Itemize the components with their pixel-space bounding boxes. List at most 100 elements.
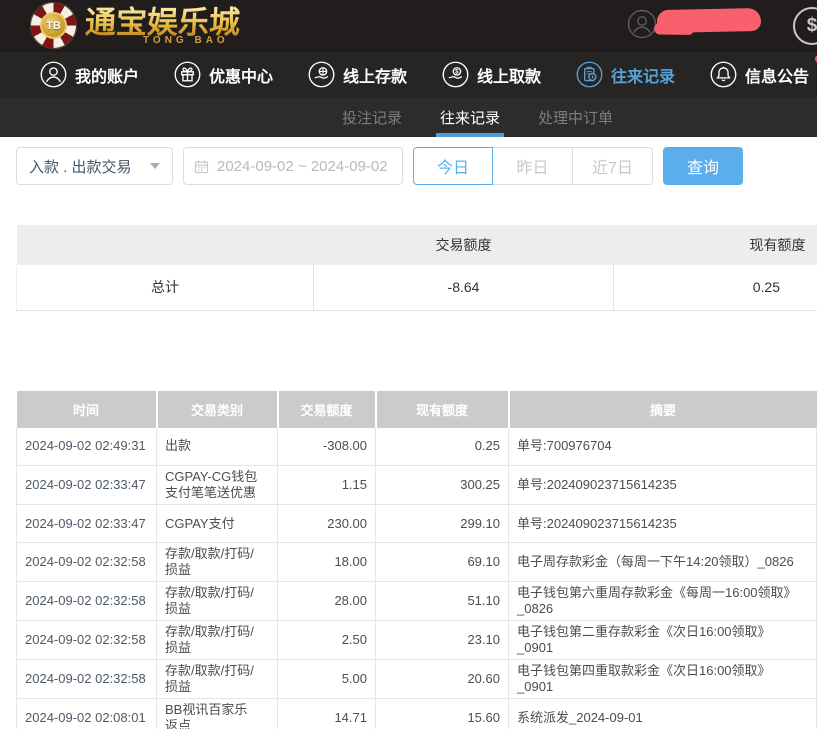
cell-time: 2024-09-02 02:32:58	[17, 582, 157, 621]
transactions-table: 时间 交易类别 交易额度 现有额度 摘要 2024-09-02 02:49:31…	[16, 391, 817, 729]
nav-item-label: 优惠中心	[209, 63, 273, 87]
svg-text:$: $	[455, 69, 459, 76]
nav-item-label: 信息公告	[745, 63, 809, 87]
filter-bar: 入款 . 出款交易 2024-09-02 ~ 2024-09-02 今日 昨日 …	[16, 147, 817, 185]
tab-transaction-records[interactable]: 往来记录	[436, 97, 504, 137]
table-row: 2024-09-02 02:33:47 CGPAY-CG钱包支付笔笔送优惠 1.…	[17, 466, 817, 505]
header-time: 时间	[17, 391, 157, 428]
user-avatar-icon[interactable]	[627, 9, 657, 39]
cell-summary: 单号:202409023715614235	[509, 466, 817, 505]
deposit-icon	[308, 61, 335, 88]
cell-type: BB视讯百家乐返点	[157, 699, 278, 729]
balance-currency-icon[interactable]: $	[793, 7, 817, 45]
cell-time: 2024-09-02 02:33:47	[17, 466, 157, 505]
cell-summary: 电子周存款彩金（每周一下午14:20领取）_0826	[509, 543, 817, 582]
select-value: 入款 . 出款交易	[29, 156, 132, 177]
table-row: 2024-09-02 02:33:47 CGPAY支付 230.00 299.1…	[17, 505, 817, 543]
table-row: 2024-09-02 02:32:58 存款/取款/打码/损益 2.50 23.…	[17, 621, 817, 660]
nav-item-label: 线上取款	[477, 63, 541, 87]
nav-item-promotions[interactable]: 优惠中心	[174, 61, 281, 88]
summary-header-amount: 交易额度	[314, 225, 614, 265]
quick-yesterday-button[interactable]: 昨日	[493, 147, 573, 185]
tab-betting-records[interactable]: 投注记录	[338, 97, 406, 137]
summary-total-amount: -8.64	[314, 265, 614, 310]
cell-amount: 14.71	[278, 699, 376, 729]
header-summary: 摘要	[509, 391, 817, 428]
records-icon	[576, 61, 603, 88]
redacted-username	[657, 8, 761, 33]
nav-item-my-account[interactable]: 我的账户	[40, 61, 147, 88]
summary-header-empty	[17, 225, 314, 265]
cell-type: 存款/取款/打码/损益	[157, 621, 278, 660]
cell-balance: 20.60	[376, 660, 509, 699]
cell-type: 存款/取款/打码/损益	[157, 582, 278, 621]
cell-type: CGPAY-CG钱包支付笔笔送优惠	[157, 466, 278, 505]
cell-time: 2024-09-02 02:32:58	[17, 543, 157, 582]
cell-balance: 0.25	[376, 428, 509, 466]
cell-summary: 电子钱包第六重周存款彩金《每周一16:00领取》_0826	[509, 582, 817, 621]
cell-amount: 18.00	[278, 543, 376, 582]
bell-icon	[710, 61, 737, 88]
tab-pending-orders[interactable]: 处理中订单	[534, 97, 617, 137]
summary-total-row: 总计 -8.64 0.25	[17, 265, 817, 310]
cell-amount: 2.50	[278, 621, 376, 660]
brand-logo[interactable]: TB 通宝娱乐城 TONG BAO	[30, 2, 240, 49]
cell-amount: 28.00	[278, 582, 376, 621]
header-amount: 交易额度	[278, 391, 376, 428]
nav-item-online-withdrawal[interactable]: $ 线上取款	[442, 61, 549, 88]
cell-summary: 电子钱包第二重存款彩金《次日16:00领取》_0901	[509, 621, 817, 660]
user-icon	[40, 61, 67, 88]
poker-chip-icon: TB	[30, 2, 77, 49]
sub-nav: 投注记录 往来记录 处理中订单	[0, 97, 817, 137]
cell-summary: 系统派发_2024-09-01	[509, 699, 817, 729]
date-range-input[interactable]: 2024-09-02 ~ 2024-09-02	[183, 147, 403, 185]
nav-item-label: 线上存款	[343, 63, 407, 87]
cell-amount: 1.15	[278, 466, 376, 505]
cell-balance: 51.10	[376, 582, 509, 621]
nav-item-online-deposit[interactable]: 线上存款	[308, 61, 415, 88]
header-balance: 现有额度	[376, 391, 509, 428]
summary-header-balance: 现有额度	[614, 225, 817, 265]
cell-amount: 5.00	[278, 660, 376, 699]
date-range-value: 2024-09-02 ~ 2024-09-02	[217, 158, 388, 175]
summary-total-label: 总计	[17, 265, 314, 310]
table-row: 2024-09-02 02:32:58 存款/取款/打码/损益 28.00 51…	[17, 582, 817, 621]
chevron-down-icon	[150, 163, 160, 169]
brand-text: 通宝娱乐城 TONG BAO	[85, 6, 240, 46]
quick-today-button[interactable]: 今日	[413, 147, 493, 185]
withdraw-icon: $	[442, 61, 469, 88]
transaction-type-select[interactable]: 入款 . 出款交易	[16, 147, 173, 185]
cell-balance: 69.10	[376, 543, 509, 582]
summary-total-balance: 0.25	[614, 265, 817, 310]
cell-summary: 单号:700976704	[509, 428, 817, 466]
cell-type: 存款/取款/打码/损益	[157, 660, 278, 699]
quick-range-group: 今日 昨日 近7日	[413, 147, 653, 185]
tab-label: 往来记录	[440, 107, 500, 128]
header-type: 交易类别	[157, 391, 278, 428]
cell-balance: 15.60	[376, 699, 509, 729]
topbar: TB 通宝娱乐城 TONG BAO $	[0, 0, 817, 52]
cell-time: 2024-09-02 02:32:58	[17, 660, 157, 699]
cell-amount: 230.00	[278, 505, 376, 543]
cell-balance: 299.10	[376, 505, 509, 543]
cell-summary: 单号:202409023715614235	[509, 505, 817, 543]
chip-monogram: TB	[40, 12, 67, 39]
cell-balance: 300.25	[376, 466, 509, 505]
table-header-row: 时间 交易类别 交易额度 现有额度 摘要	[17, 391, 817, 428]
search-button[interactable]: 查询	[663, 147, 743, 185]
nav-item-label: 我的账户	[75, 63, 139, 87]
cell-type: 出款	[157, 428, 278, 466]
summary-table: 交易额度 现有额度 总计 -8.64 0.25	[16, 225, 817, 311]
quick-label: 今日	[437, 154, 469, 178]
cell-time: 2024-09-02 02:49:31	[17, 428, 157, 466]
table-row: 2024-09-02 02:32:58 存款/取款/打码/损益 18.00 69…	[17, 543, 817, 582]
cell-amount: -308.00	[278, 428, 376, 466]
tab-label: 投注记录	[342, 107, 402, 128]
nav-item-announcements[interactable]: 信息公告	[710, 61, 817, 88]
main-nav: 我的账户 优惠中心 线上存款 $	[0, 52, 817, 97]
nav-item-transaction-records[interactable]: 往来记录	[576, 61, 683, 88]
quick-label: 近7日	[592, 154, 633, 178]
quick-last7days-button[interactable]: 近7日	[573, 147, 653, 185]
cell-type: 存款/取款/打码/损益	[157, 543, 278, 582]
cell-time: 2024-09-02 02:08:01	[17, 699, 157, 729]
